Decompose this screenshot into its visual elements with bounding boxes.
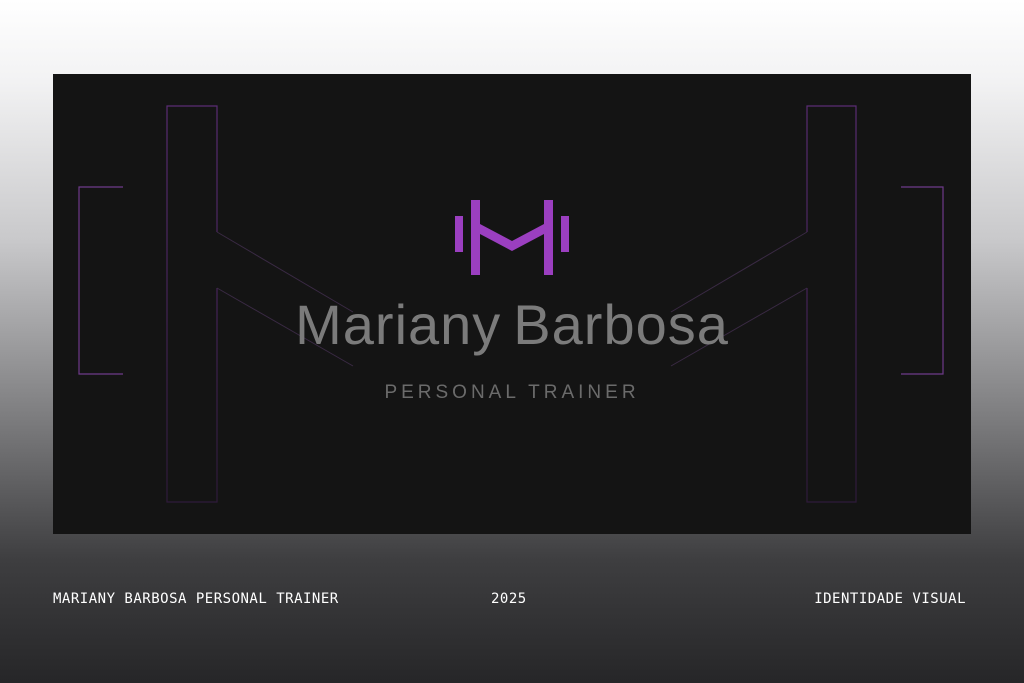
footer-category: IDENTIDADE VISUAL	[814, 591, 966, 607]
footer-project-title: MARIANY BARBOSA PERSONAL TRAINER	[53, 591, 339, 607]
brand-tagline: PERSONAL TRAINER	[384, 382, 640, 403]
brand-first-name: Mariany	[295, 293, 502, 356]
brand-card: Mariany Barbosa PERSONAL TRAINER	[53, 74, 971, 534]
footer-year: 2025	[491, 591, 527, 607]
brand-last-name: Barbosa	[513, 293, 729, 356]
dumbbell-m-monogram-icon	[455, 200, 569, 275]
brand-name: Mariany Barbosa	[53, 292, 971, 358]
